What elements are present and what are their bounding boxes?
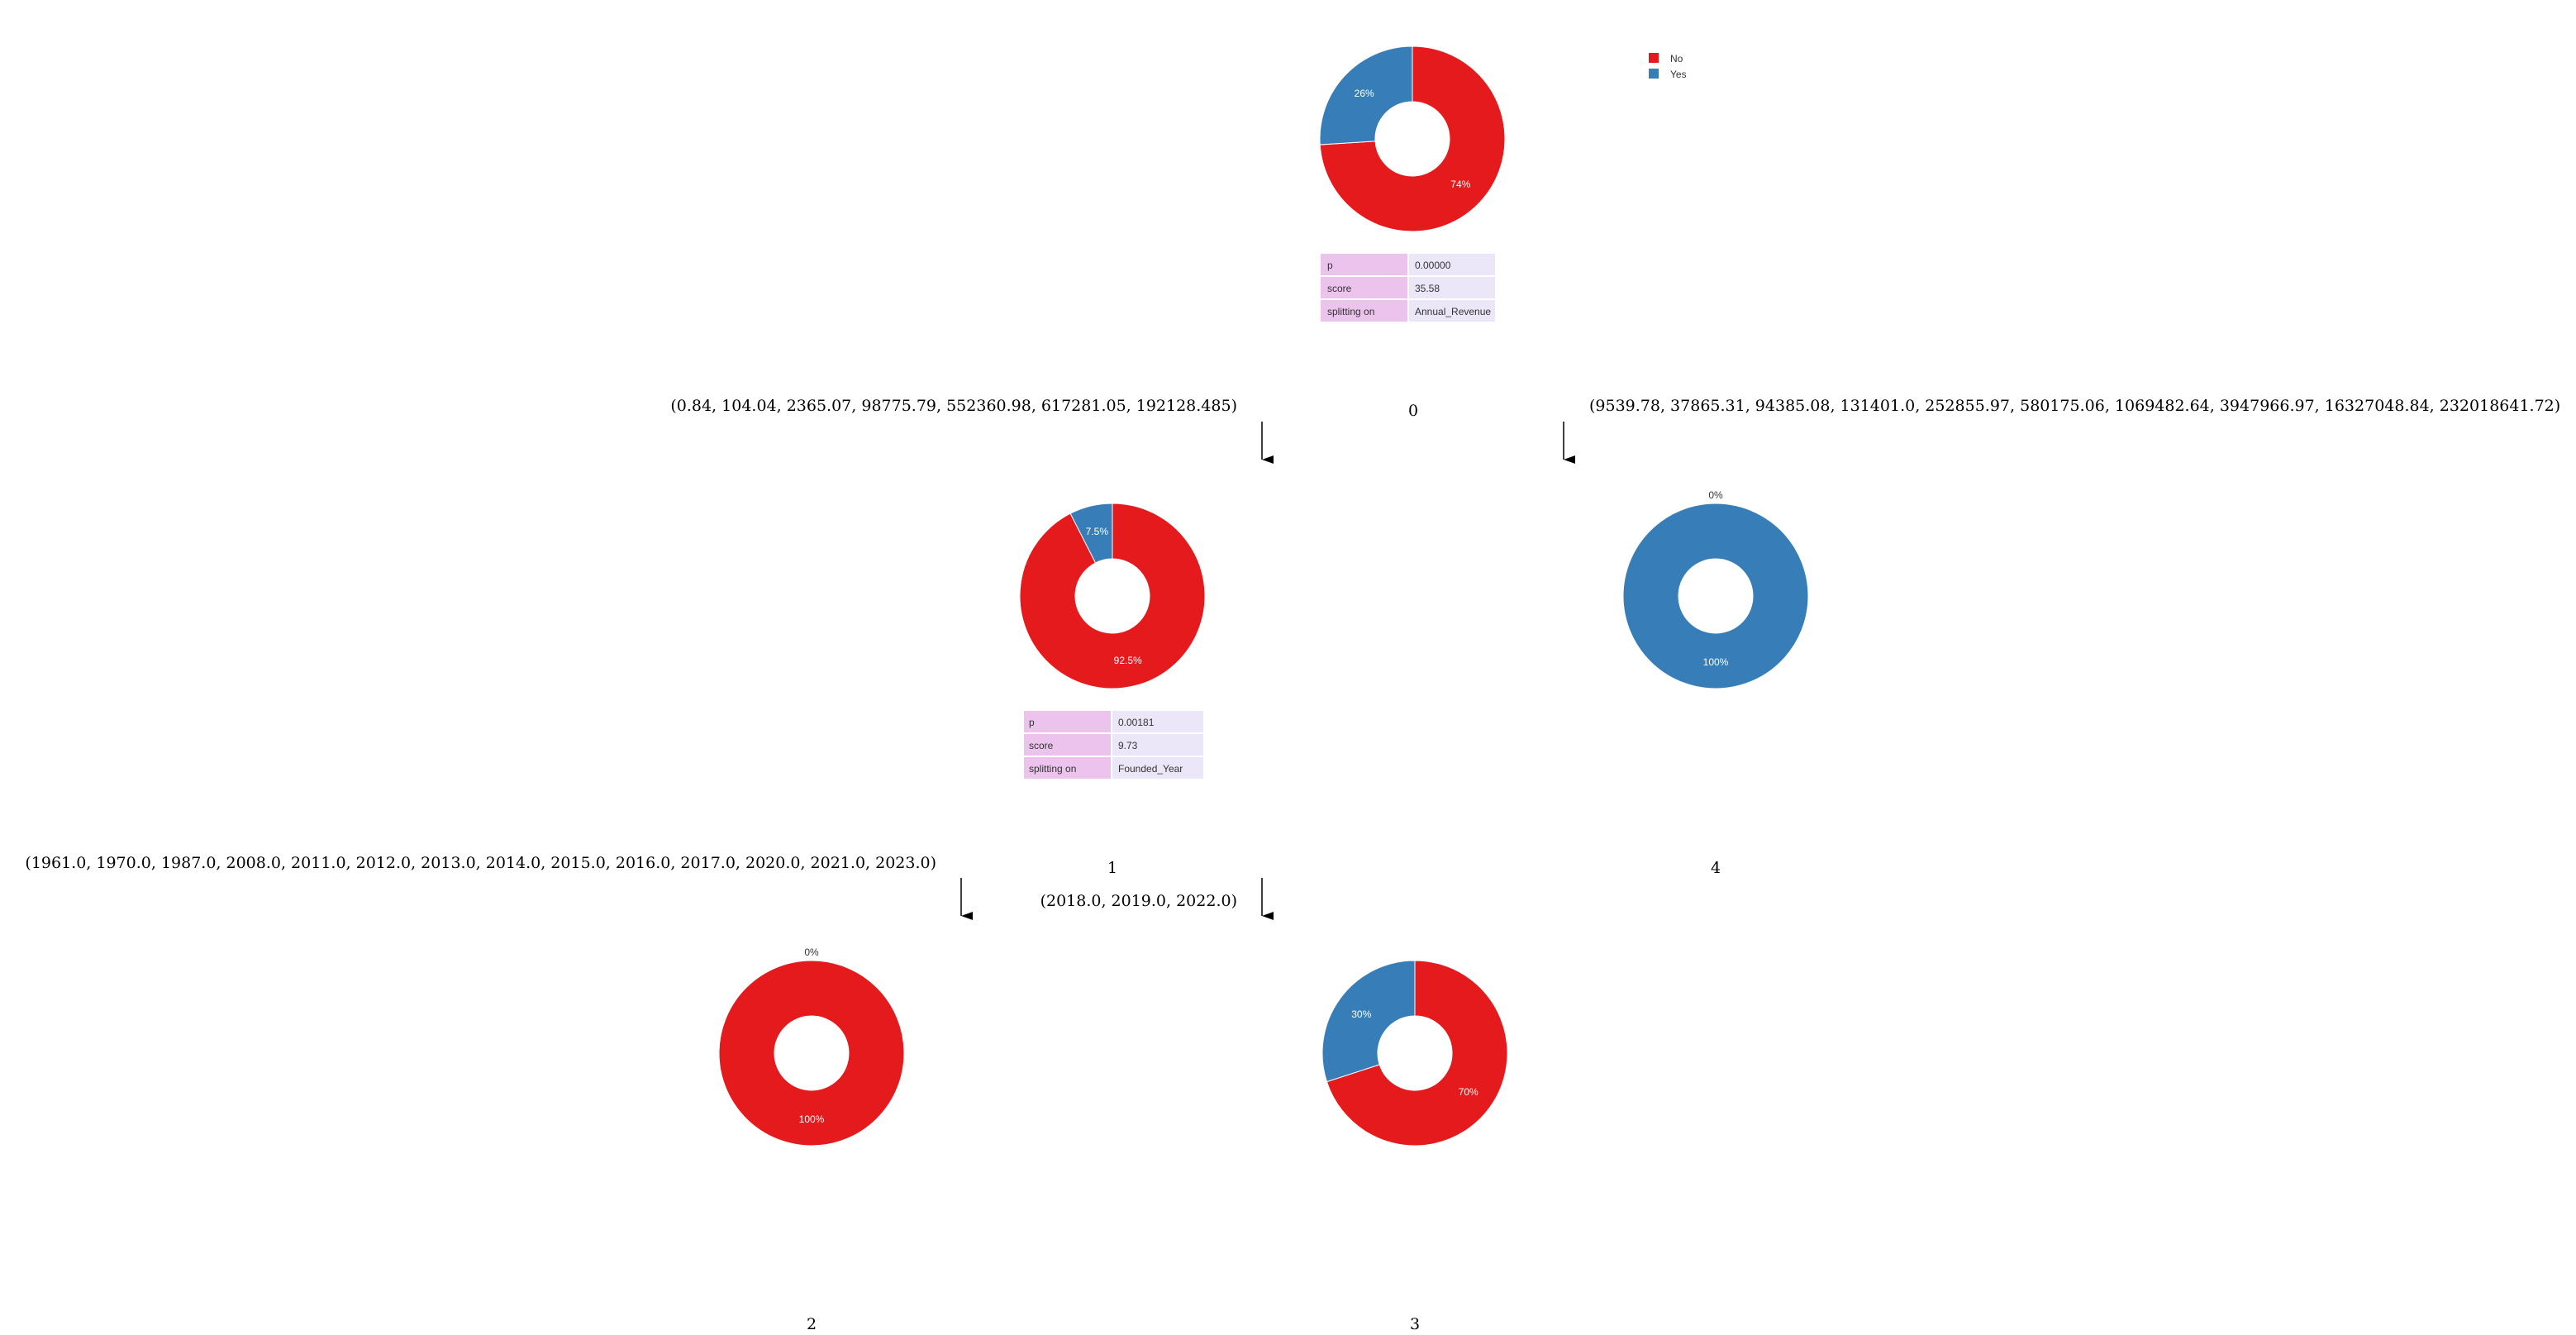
edge-0-1: (0.84, 104.04, 2365.07, 98775.79, 552360…	[670, 397, 1274, 464]
stats-key-cell	[1321, 254, 1407, 275]
edge-label: (2018.0, 2019.0, 2022.0)	[1040, 892, 1237, 910]
node-id-label: 0	[1408, 402, 1418, 420]
donut-chart-node-1: 92.5% 7.5%	[1019, 503, 1206, 689]
slice-percent-label: 92.5%	[1114, 655, 1142, 666]
stats-key: score	[1029, 740, 1054, 751]
node-id-label: 4	[1711, 859, 1721, 877]
node-1: 92.5% 7.5% p 0.00181 score 9.73 splitting…	[1019, 503, 1206, 877]
slice-percent-label: 70%	[1459, 1086, 1478, 1098]
slice-percent-label: 26%	[1355, 88, 1374, 99]
node-id-label: 3	[1410, 1315, 1420, 1333]
node-id-label: 1	[1107, 859, 1117, 877]
donut-chart-node-3: 70% 30%	[1321, 960, 1508, 1147]
decision-tree-diagram: No Yes (0.84, 104.04, 2365.07, 98775.79,…	[25, 45, 2560, 1333]
stats-key: score	[1327, 283, 1352, 294]
stats-value: 35.58	[1415, 283, 1440, 294]
node-4: 0% 100% 4	[1622, 489, 1809, 877]
stats-value: Annual_Revenue	[1415, 306, 1491, 317]
legend-swatch-yes	[1649, 69, 1659, 79]
stats-key: splitting on	[1327, 306, 1374, 317]
edge-label: (9539.78, 37865.31, 94385.08, 131401.0, …	[1589, 397, 2560, 415]
node-id-label: 2	[807, 1315, 817, 1333]
stats-value: 9.73	[1118, 740, 1138, 751]
edges: (0.84, 104.04, 2365.07, 98775.79, 552360…	[25, 397, 2560, 920]
donut-chart-node-0: 74% 26%	[1319, 45, 1506, 232]
stats-value: 0.00000	[1415, 260, 1451, 271]
edge-0-4: (9539.78, 37865.31, 94385.08, 131401.0, …	[1563, 397, 2560, 464]
slice-percent-label: 100%	[1703, 656, 1729, 668]
legend-label-no: No	[1670, 53, 1683, 64]
slice-percent-label: 74%	[1450, 179, 1470, 190]
stats-key: splitting on	[1029, 763, 1076, 775]
slice-percent-label: 100%	[799, 1113, 825, 1125]
legend: No Yes	[1649, 53, 1687, 80]
stats-key-cell	[1024, 711, 1111, 732]
stats-table-node-1: p 0.00181 score 9.73 splitting on Founde…	[1024, 711, 1203, 779]
stats-value: 0.00181	[1118, 717, 1155, 728]
stats-key: p	[1327, 260, 1333, 271]
edge-1-3: (2018.0, 2019.0, 2022.0)	[1040, 878, 1274, 920]
slice-percent-label: 0%	[1708, 489, 1723, 501]
legend-label-yes: Yes	[1670, 69, 1687, 80]
donut-slice-yes	[1321, 960, 1416, 1083]
edge-1-2: (1961.0, 1970.0, 1987.0, 2008.0, 2011.0,…	[25, 854, 973, 920]
node-3: 70% 30% 3	[1321, 960, 1508, 1333]
donut-chart-node-2: 100% 0%	[718, 946, 905, 1147]
slice-percent-label: 7.5%	[1086, 526, 1109, 537]
donut-chart-node-4: 0% 100%	[1622, 489, 1809, 689]
node-0: 74% 26% p 0.00000 score 35.58 splitting o…	[1319, 45, 1506, 420]
edge-label: (0.84, 104.04, 2365.07, 98775.79, 552360…	[670, 397, 1237, 415]
slice-percent-label: 0%	[804, 946, 819, 958]
node-2: 100% 0% 2	[718, 946, 905, 1333]
stats-key: p	[1029, 717, 1035, 728]
stats-table-node-0: p 0.00000 score 35.58 splitting on Annua…	[1321, 254, 1495, 322]
slice-percent-label: 30%	[1351, 1008, 1371, 1020]
legend-swatch-no	[1649, 53, 1659, 63]
edge-label: (1961.0, 1970.0, 1987.0, 2008.0, 2011.0,…	[25, 854, 936, 872]
stats-value: Founded_Year	[1118, 763, 1183, 775]
